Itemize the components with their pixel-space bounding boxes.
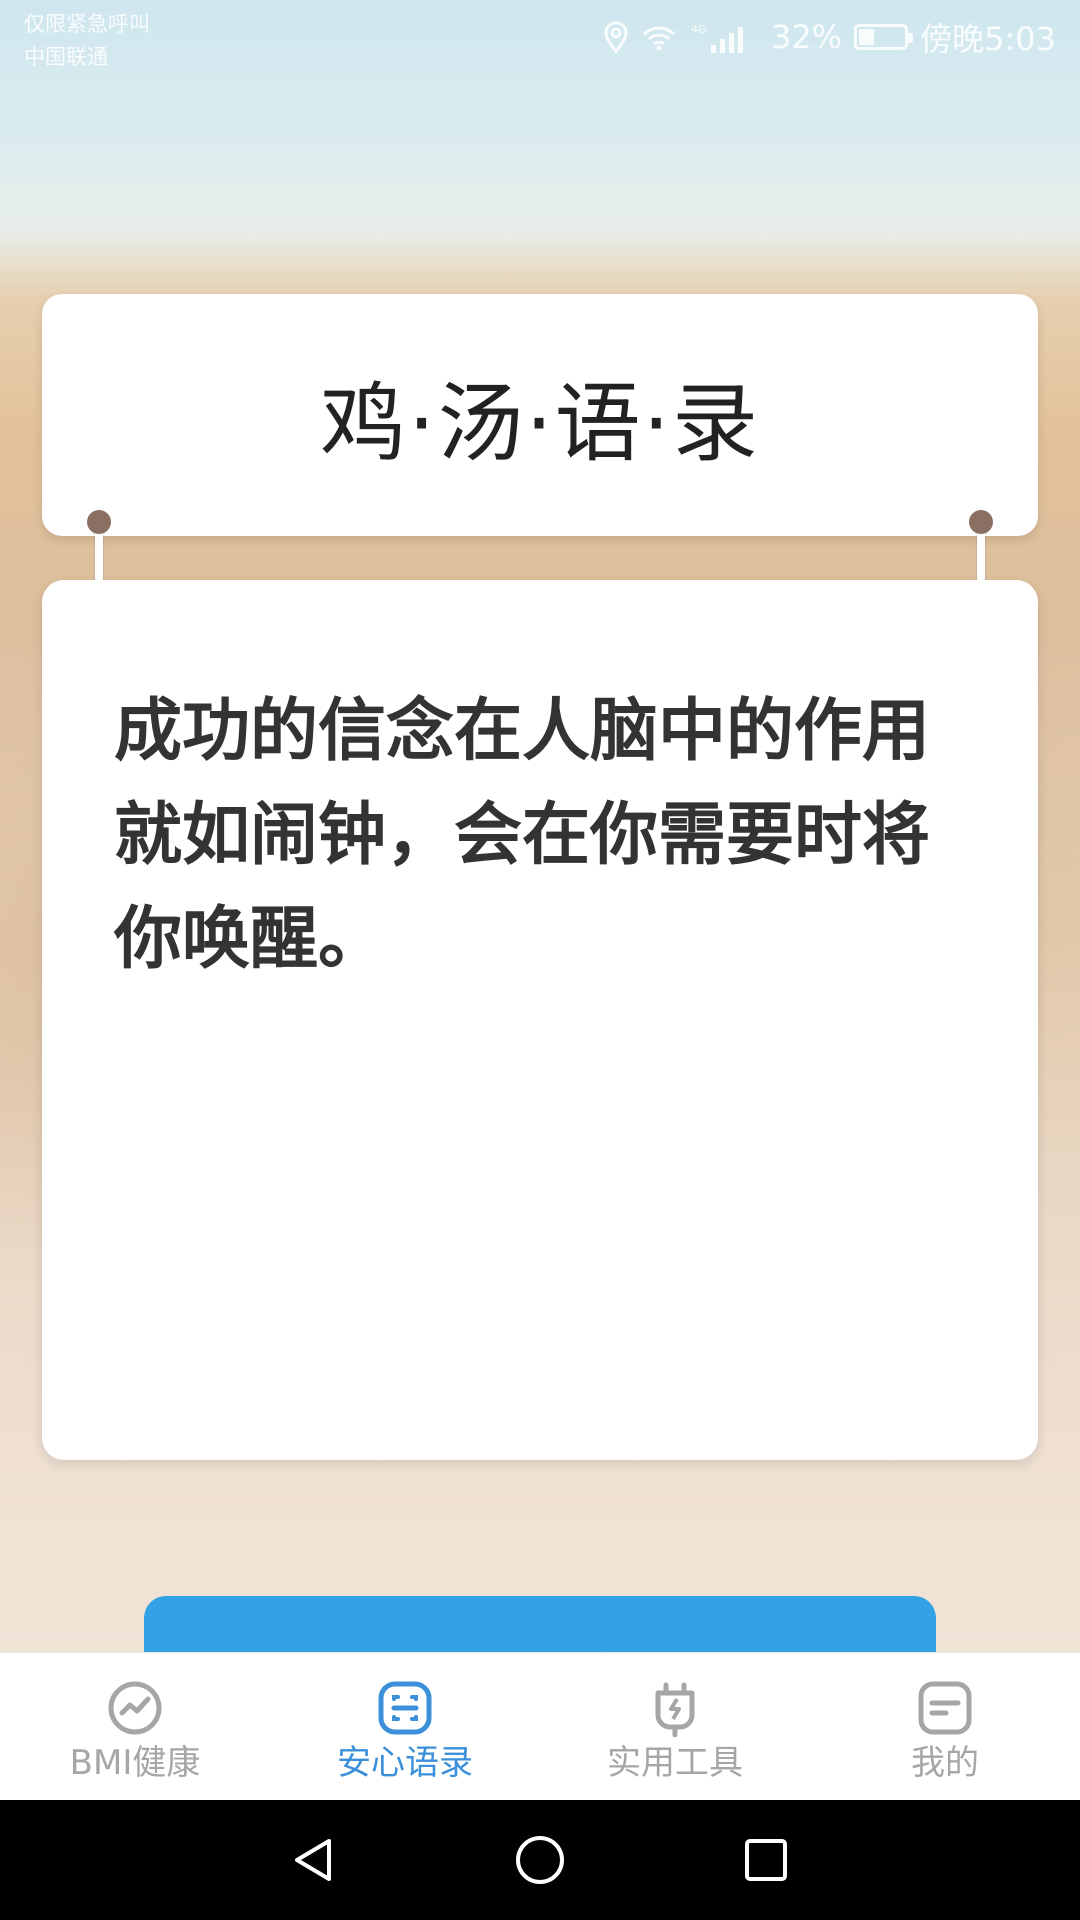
title-card: 鸡·汤·语·录 <box>42 294 1038 536</box>
carrier-name: 中国联通 <box>24 45 108 69</box>
location-icon <box>603 21 629 53</box>
quote-text: 成功的信念在人脑中的作用就如闹钟，会在你需要时将你唤醒。 <box>114 692 931 979</box>
tab-tools[interactable]: 实用工具 <box>540 1653 810 1801</box>
system-nav-bar <box>0 1800 1080 1920</box>
tab-quotes-label: 安心语录 <box>337 1743 473 1783</box>
status-icons: 4G 32% 傍晚5:03 <box>603 14 1056 60</box>
clock: 傍晚5:03 <box>920 20 1056 58</box>
page-title: 鸡·汤·语·录 <box>319 373 760 474</box>
tab-tools-label: 实用工具 <box>607 1743 743 1783</box>
back-icon[interactable] <box>286 1832 342 1888</box>
profile-doc-icon <box>918 1681 972 1735</box>
tab-mine[interactable]: 我的 <box>810 1653 1080 1801</box>
bmi-chart-icon <box>108 1681 162 1735</box>
wifi-icon <box>641 22 677 52</box>
recents-icon[interactable] <box>738 1832 794 1888</box>
tab-mine-label: 我的 <box>911 1743 979 1783</box>
tab-quotes[interactable]: 安心语录 <box>270 1653 540 1801</box>
bottom-nav: BMI健康 安心语录 实用工具 我的 <box>0 1652 1080 1801</box>
tab-bmi-health-label: BMI健康 <box>69 1743 201 1783</box>
tab-bmi-health[interactable]: BMI健康 <box>0 1653 270 1801</box>
signal-icon: 4G <box>689 21 759 53</box>
home-icon[interactable] <box>512 1832 568 1888</box>
carrier-info: 仅限紧急呼叫 中国联通 <box>24 8 150 74</box>
quote-card: 成功的信念在人脑中的作用就如闹钟，会在你需要时将你唤醒。 <box>42 580 1038 1460</box>
plug-tool-icon <box>655 1682 695 1737</box>
battery-icon <box>854 24 914 50</box>
emergency-call-text: 仅限紧急呼叫 <box>24 12 150 36</box>
status-bar: 仅限紧急呼叫 中国联通 4G 32% 傍晚5:03 <box>0 0 1080 80</box>
network-type-label: 4G <box>691 23 707 36</box>
battery-percent: 32% <box>771 18 843 56</box>
app-screen: 仅限紧急呼叫 中国联通 4G 32% 傍晚5:03 鸡·汤·语·录 成功的信念在… <box>0 0 1080 1920</box>
scan-quote-icon <box>378 1681 432 1735</box>
